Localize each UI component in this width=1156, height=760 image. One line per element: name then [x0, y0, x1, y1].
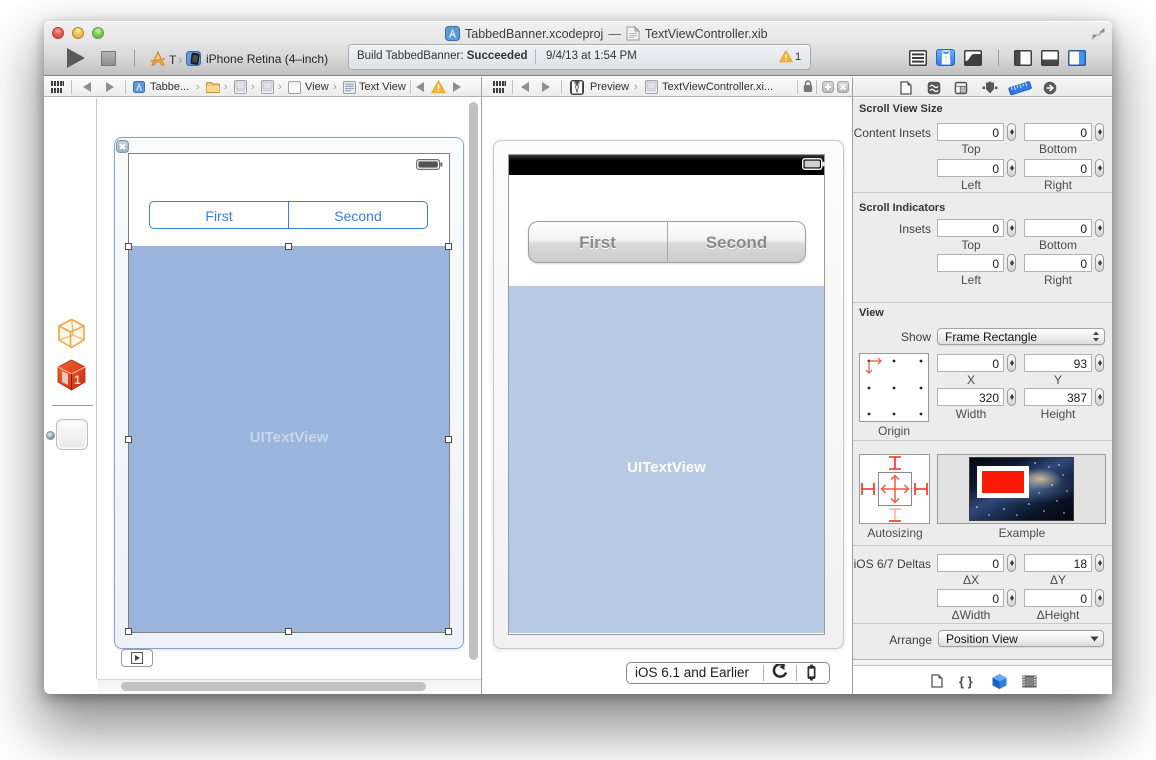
svg-text:1: 1	[74, 373, 81, 387]
